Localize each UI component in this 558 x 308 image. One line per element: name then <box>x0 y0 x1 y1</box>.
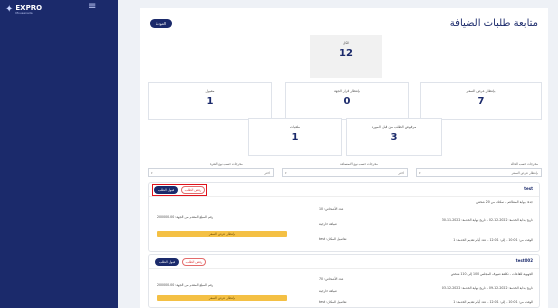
filter-label-hosting: مخرجات حسب نوع الاستضافة <box>340 162 378 166</box>
request-card: test002 قبول الطلب رفض الطلب الجهوية للق… <box>148 254 540 308</box>
request-name: test002 <box>515 258 533 263</box>
chevron-down-icon: ▾ <box>419 171 421 175</box>
stat-value: 12 <box>339 48 353 59</box>
request-detail: جدة: بوابة المطاعم - تمكنك من 20 شخص <box>476 200 533 204</box>
select-value: بإنتظار عرض السعر <box>511 171 538 175</box>
sidebar: ✦ EXPRO Mousanada ≡ <box>0 0 118 308</box>
page-title: متابعة طلبات الضيافة <box>449 18 538 29</box>
request-location: تفاصيل المكان: test <box>319 300 347 304</box>
request-dates: تاريخ بداية الخدمة: 2022-12-02 - تاريخ ن… <box>441 218 533 222</box>
stat-card-accepted[interactable]: مقبول 1 <box>148 82 272 120</box>
filter-label-status: مخرجات حسب الحالة <box>510 162 538 166</box>
stat-card-awaiting-decision[interactable]: بإنتظار قرار الجهة 0 <box>285 82 409 120</box>
stat-value: 3 <box>390 132 398 143</box>
request-kind: ضيافة خارجية <box>319 222 338 226</box>
divider <box>149 268 539 269</box>
request-people: عدد الأشخاص: 10 <box>319 207 344 211</box>
request-actions: قبول الطلب رفض الطلب <box>152 184 207 196</box>
stat-card-rejected-by-supplier[interactable]: مرفوض الطلب من قبل المورد 3 <box>346 118 442 156</box>
request-status-badge: بإنتظار عرض السعر <box>157 295 287 301</box>
request-dates: تاريخ بداية الخدمة: 2022-12-09 - تاريخ ن… <box>441 286 533 290</box>
status-filter-select[interactable]: ▾ بإنتظار عرض السعر <box>416 168 542 177</box>
back-button[interactable]: العودة <box>150 19 172 28</box>
stat-value: 1 <box>291 132 299 143</box>
stat-card-cancelled[interactable]: ملغيات 1 <box>248 118 342 156</box>
stat-value: 7 <box>477 96 485 107</box>
hosting-filter-select[interactable]: ▾ اختر <box>282 168 408 177</box>
stat-label: بإنتظار قرار الجهة <box>334 89 360 93</box>
main-panel: العودة متابعة طلبات الضيافة الكل 12 مقبو… <box>140 8 548 308</box>
stat-card-awaiting-quote[interactable]: بإنتظار عرض السعر 7 <box>420 82 542 120</box>
reject-request-button[interactable]: رفض الطلب <box>182 258 206 266</box>
chevron-down-icon: ▾ <box>285 171 287 175</box>
accept-request-button[interactable]: قبول الطلب <box>155 258 179 266</box>
stat-label: ملغيات <box>289 125 301 129</box>
select-value: اختر <box>264 171 270 175</box>
period-filter-select[interactable]: ▾ اختر <box>148 168 274 177</box>
stat-value: 0 <box>343 96 351 107</box>
request-detail: الجهوية للقاعات - تكلفة ضيوف المجلس 100 … <box>450 272 533 276</box>
stat-value: 1 <box>206 96 214 107</box>
app-logo[interactable]: ✦ EXPRO Mousanada <box>5 4 42 15</box>
menu-toggle-icon[interactable]: ≡ <box>88 2 96 12</box>
chevron-down-icon: ▾ <box>151 171 153 175</box>
star-logo-icon: ✦ <box>5 4 14 15</box>
select-value: اختر <box>398 171 404 175</box>
reject-request-button[interactable]: رفض الطلب <box>181 186 205 194</box>
request-name: test <box>524 186 533 191</box>
stat-label: مرفوض الطلب من قبل المورد <box>371 125 417 129</box>
stat-card-total[interactable]: الكل 12 <box>310 35 382 78</box>
stat-label: مقبول <box>205 89 215 93</box>
request-people: عدد الأشخاص: 70 <box>319 277 344 281</box>
request-card: test قبول الطلب رفض الطلب جدة: بوابة الم… <box>148 182 540 252</box>
request-status-badge: بإنتظار عرض السعر <box>157 231 287 237</box>
stat-label: الكل <box>342 41 350 45</box>
request-time: الوقت من: 10:01 - إلى: 12:01 - عدد أيام … <box>453 300 533 304</box>
request-kind: ضيافة خارجية <box>319 289 338 293</box>
accept-request-button[interactable]: قبول الطلب <box>154 186 178 194</box>
request-location: تفاصيل المكان: test <box>319 237 347 241</box>
request-actions: قبول الطلب رفض الطلب <box>155 258 206 266</box>
filter-label-period: مخرجات حسب نوع الفترة <box>210 162 243 166</box>
request-budget: رقم المبلغ المقدم من الجهة: 200000.00 <box>157 283 214 287</box>
divider <box>149 196 539 197</box>
request-time: الوقت من: 10:01 - إلى: 12:01 - عدد أيام … <box>453 238 533 242</box>
stat-label: بإنتظار عرض السعر <box>466 89 496 93</box>
request-budget: رقم المبلغ المقدم من الجهة: 200000.00 <box>157 215 214 219</box>
